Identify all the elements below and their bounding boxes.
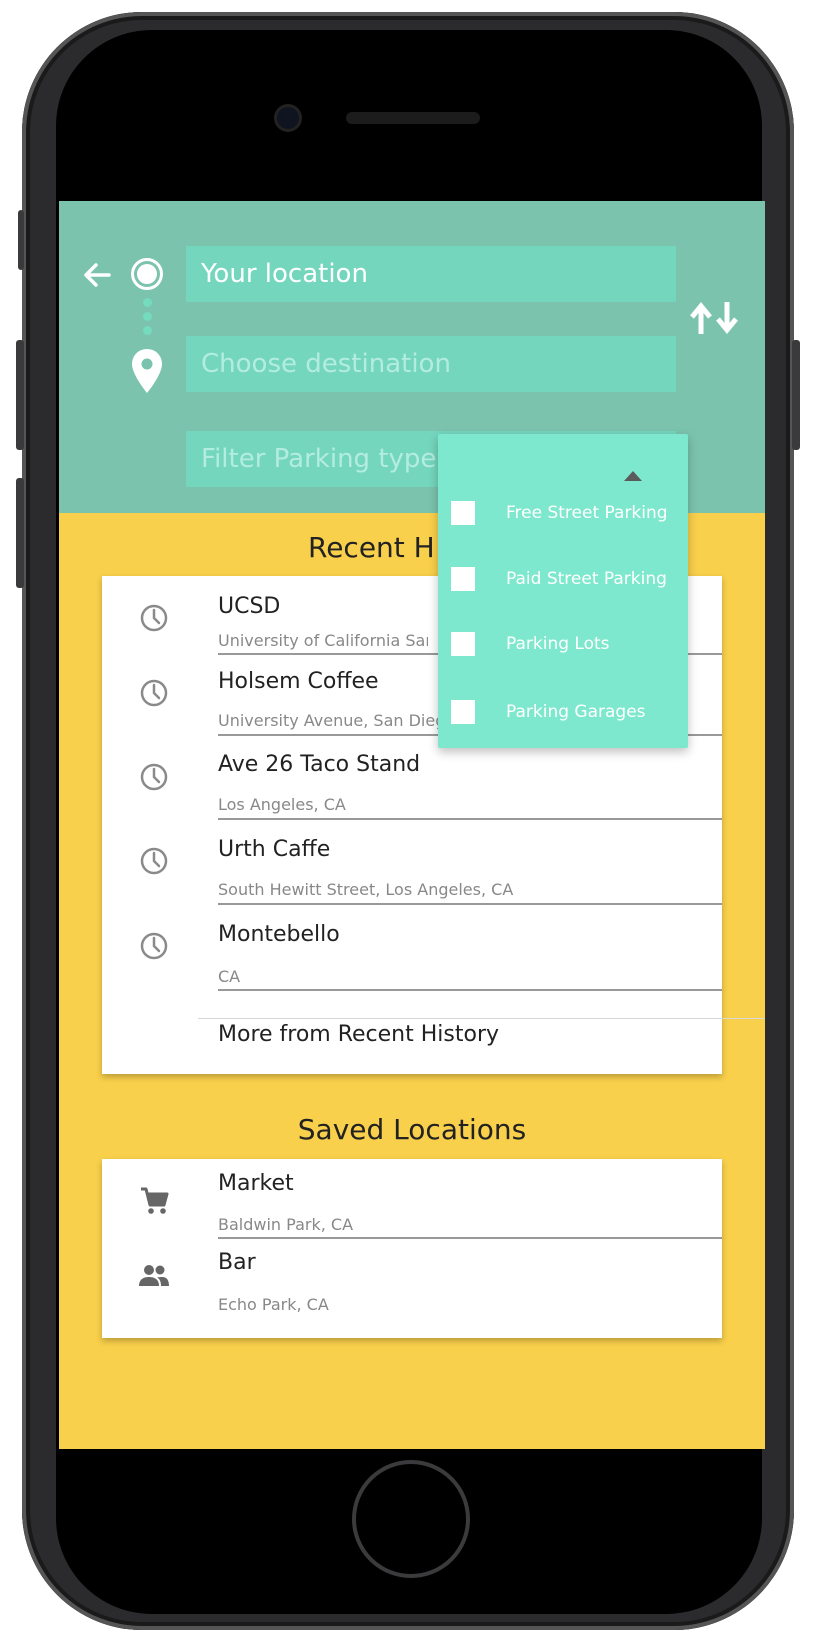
silent-switch	[18, 210, 24, 270]
checkbox[interactable]	[451, 700, 475, 724]
checkbox[interactable]	[451, 567, 475, 591]
volume-down-button	[16, 478, 24, 588]
origin-input[interactable]: Your location	[186, 246, 676, 302]
route-dot-icon	[143, 312, 152, 321]
checkbox[interactable]	[451, 501, 475, 525]
item-title: Urth Caffe	[218, 837, 331, 862]
clock-icon	[140, 847, 168, 875]
option-label: Parking Garages	[506, 702, 646, 722]
item-subtitle: South Hewitt Street, Los Angeles, CA	[218, 880, 514, 899]
list-item[interactable]: Ave 26 Taco Stand Los Angeles, CA	[102, 736, 722, 821]
saved-locations-card: Market Baldwin Park, CA Bar Echo Park, C…	[102, 1159, 722, 1338]
item-subtitle: Baldwin Park, CA	[218, 1215, 354, 1234]
more-divider	[198, 1018, 765, 1019]
item-subtitle: CA	[218, 967, 241, 986]
item-subtitle: Echo Park, CA	[218, 1295, 329, 1314]
option-parking-lots[interactable]: Parking Lots	[438, 625, 688, 665]
back-arrow-icon[interactable]	[79, 257, 115, 293]
option-parking-garages[interactable]: Parking Garages	[438, 693, 688, 733]
earpiece-speaker	[346, 112, 480, 124]
item-subtitle: University of California San	[218, 631, 428, 650]
volume-up-button	[16, 340, 24, 450]
more-recent-history-link[interactable]: More from Recent History	[218, 1022, 499, 1047]
list-item[interactable]: Bar Echo Park, CA	[102, 1239, 722, 1338]
option-paid-street-parking[interactable]: Paid Street Parking	[438, 560, 688, 600]
clock-icon	[140, 932, 168, 960]
item-title: Montebello	[218, 922, 340, 947]
list-item[interactable]: Urth Caffe South Hewitt Street, Los Ange…	[102, 821, 722, 906]
cart-icon	[141, 1187, 169, 1214]
checkbox[interactable]	[451, 632, 475, 656]
home-button[interactable]	[352, 1460, 470, 1578]
option-label: Paid Street Parking	[506, 569, 667, 589]
divider	[218, 989, 722, 991]
swap-direction-icon[interactable]	[689, 300, 745, 336]
divider	[218, 818, 722, 820]
saved-locations-title: Saved Locations	[297, 1113, 527, 1146]
clock-icon	[140, 604, 168, 632]
divider	[218, 903, 722, 905]
destination-pin-icon	[132, 349, 162, 393]
route-dot-icon	[143, 326, 152, 335]
clock-icon	[140, 763, 168, 791]
route-dot-icon	[143, 298, 152, 307]
option-free-street-parking[interactable]: Free Street Parking	[438, 494, 688, 534]
item-subtitle: Los Angeles, CA	[218, 795, 346, 814]
item-title: Market	[218, 1171, 294, 1196]
item-title: UCSD	[218, 594, 281, 619]
clock-icon	[140, 679, 168, 707]
option-label: Parking Lots	[506, 634, 610, 654]
item-title: Ave 26 Taco Stand	[218, 752, 421, 777]
list-item[interactable]: Market Baldwin Park, CA	[102, 1159, 722, 1239]
collapse-caret-icon[interactable]	[624, 471, 642, 481]
option-label: Free Street Parking	[506, 503, 668, 523]
item-title: Holsem Coffee	[218, 669, 379, 694]
power-button	[792, 340, 800, 450]
origin-marker-icon	[131, 258, 163, 290]
destination-input[interactable]: Choose destination	[186, 336, 676, 392]
front-camera	[277, 107, 299, 129]
item-title: Bar	[218, 1250, 256, 1275]
app-screen: Your location Choose destination Filter …	[59, 201, 765, 1449]
list-item[interactable]: Montebello CA	[102, 906, 722, 992]
people-icon	[139, 1265, 169, 1286]
parking-type-dropdown: Free Street Parking Paid Street Parking …	[438, 434, 688, 748]
